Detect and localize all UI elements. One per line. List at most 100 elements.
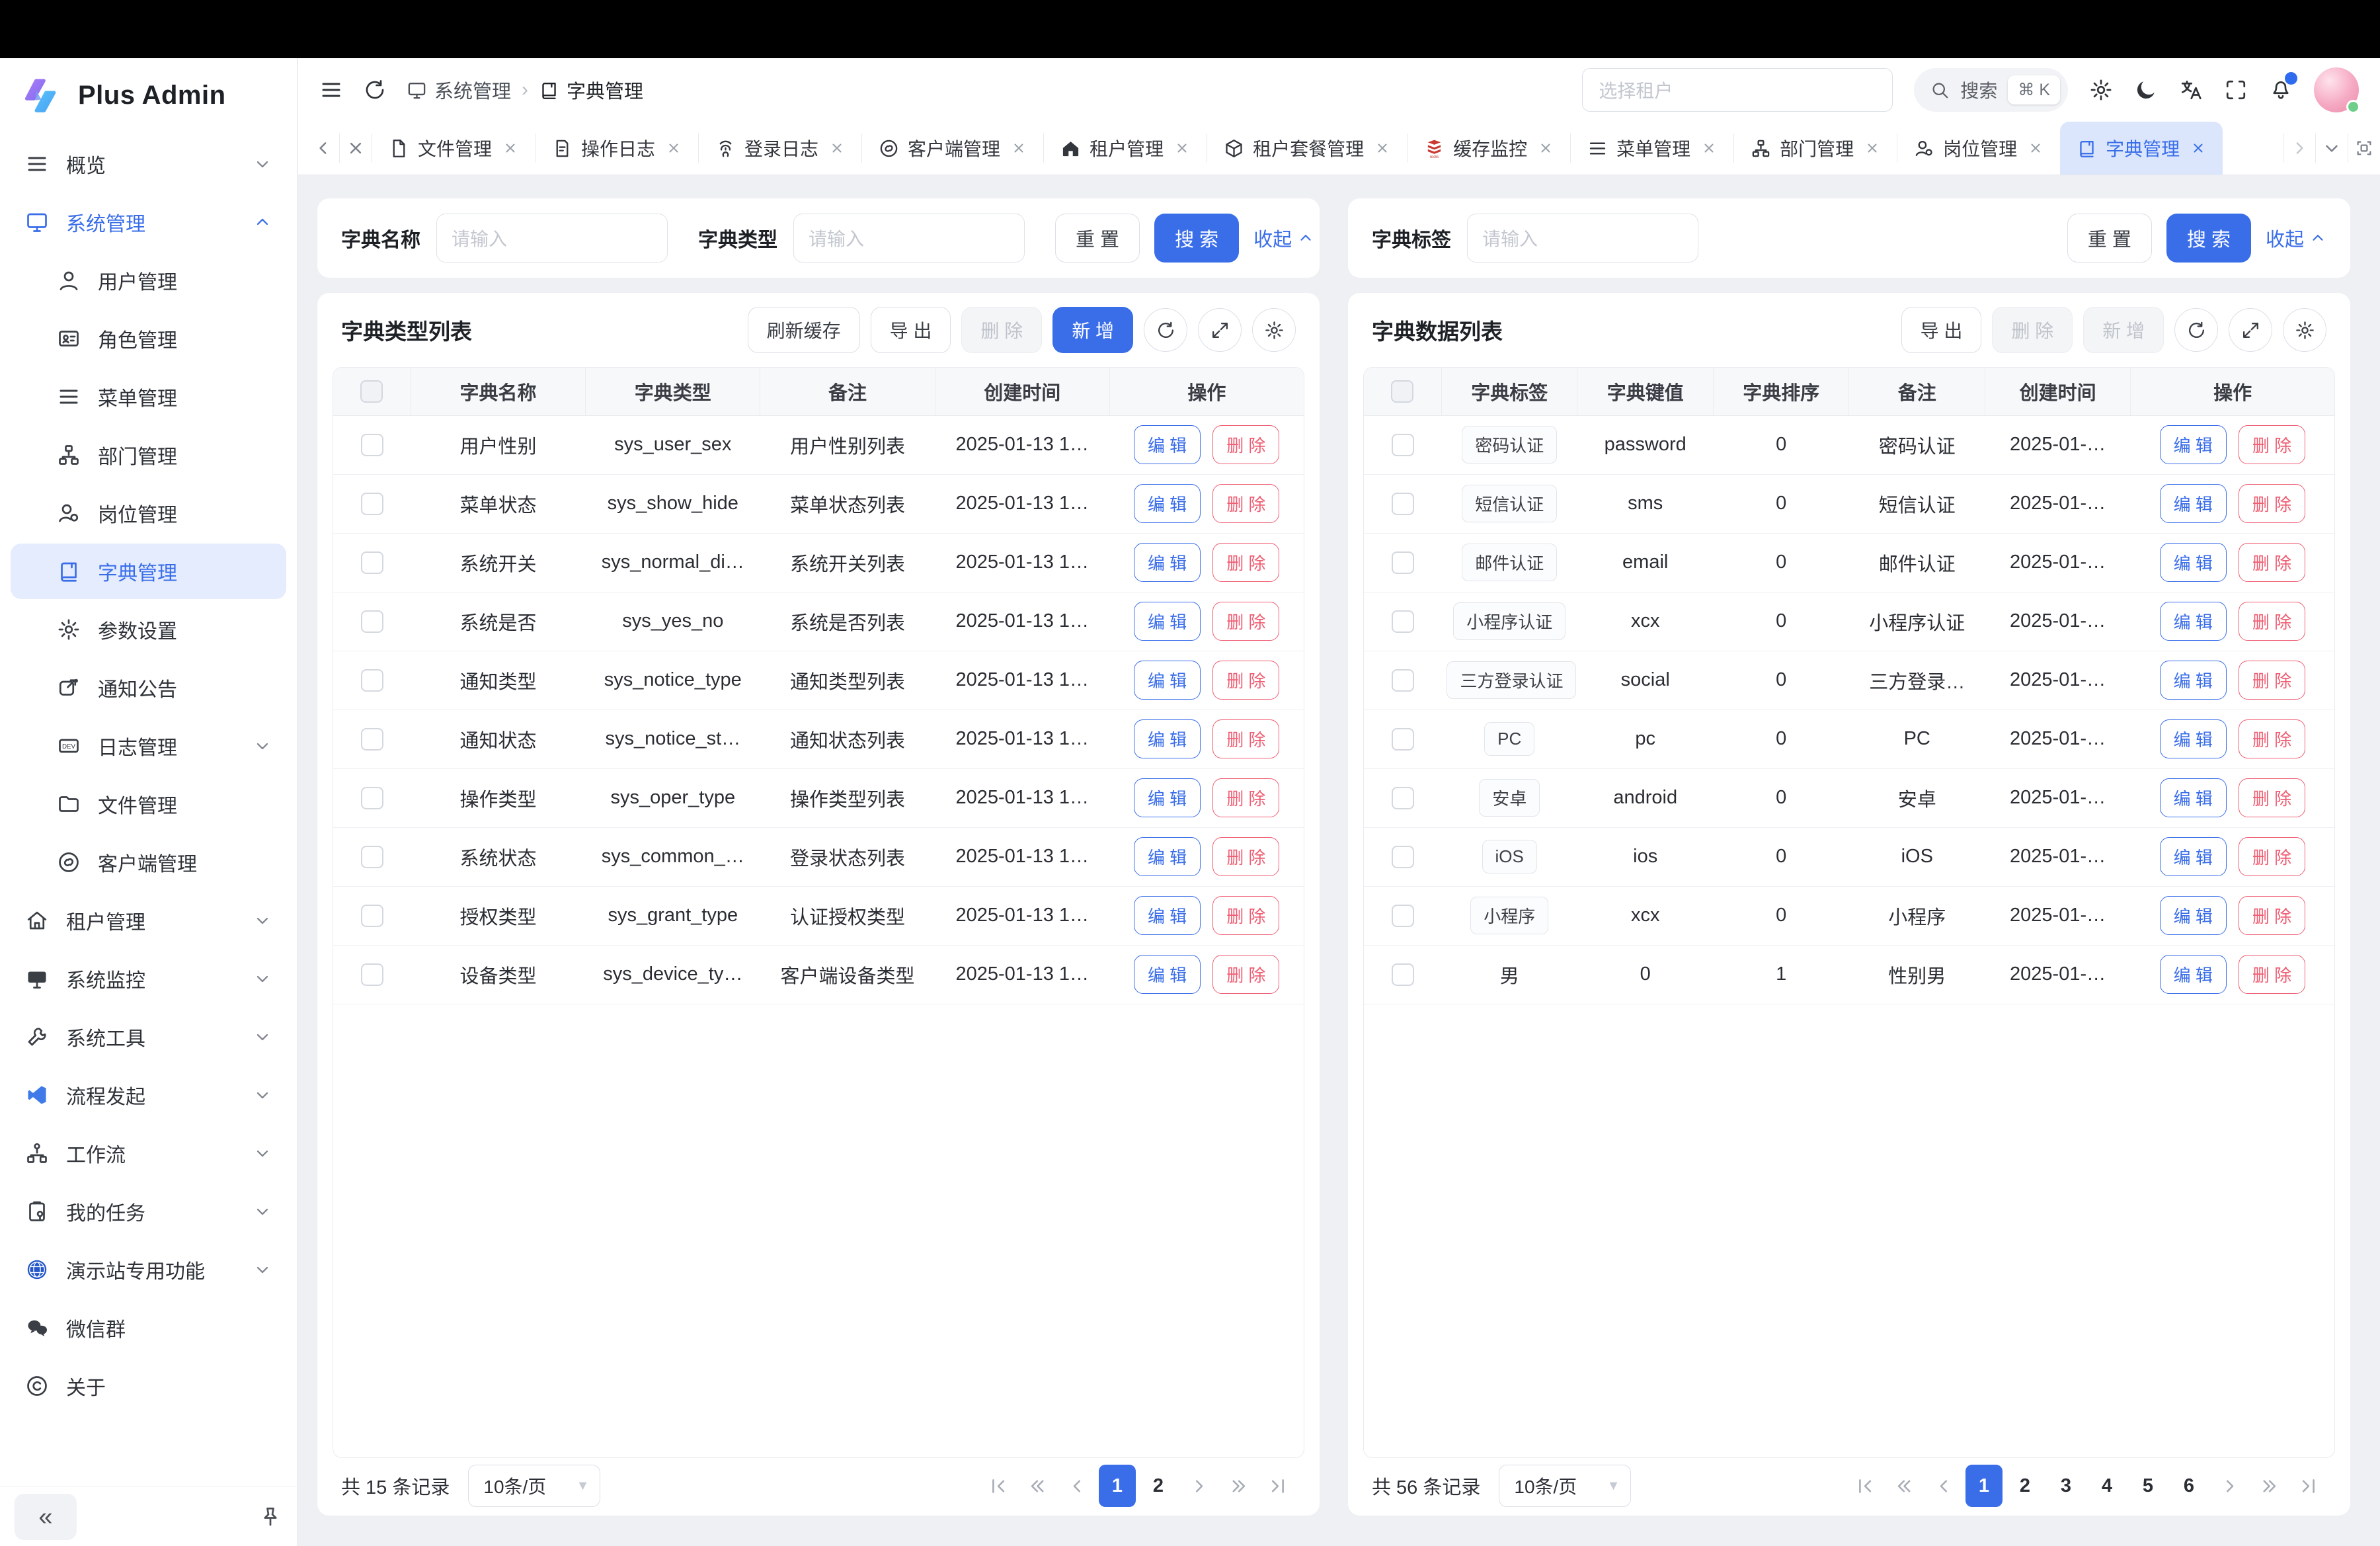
delete-button[interactable]: 删 除: [2239, 896, 2305, 935]
row-checkbox[interactable]: [1392, 846, 1414, 868]
prev-page-button[interactable]: [1059, 1465, 1095, 1507]
sidebar-item-微信群[interactable]: 微信群: [11, 1300, 286, 1356]
edit-button[interactable]: 编 辑: [2160, 719, 2227, 758]
edit-button[interactable]: 编 辑: [2160, 425, 2227, 464]
menu-toggle-icon[interactable]: [319, 78, 343, 102]
delete-button[interactable]: 删 除: [2239, 778, 2305, 817]
sidebar-item-工作流[interactable]: 工作流: [11, 1125, 286, 1181]
last-page-button[interactable]: [2291, 1465, 2326, 1507]
delete-button[interactable]: 删 除: [1212, 719, 1279, 758]
next-page-button[interactable]: [1181, 1465, 1216, 1507]
refresh-table-button[interactable]: [2174, 308, 2218, 352]
reset-button[interactable]: 重 置: [1055, 214, 1140, 263]
edit-button[interactable]: 编 辑: [1134, 484, 1201, 523]
sidebar-item-我的任务[interactable]: 我的任务: [11, 1184, 286, 1239]
page-2-button[interactable]: 2: [1140, 1465, 1177, 1507]
导出-button[interactable]: 导 出: [871, 307, 951, 353]
delete-button[interactable]: 删 除: [1212, 661, 1279, 700]
delete-button[interactable]: 删 除: [2239, 837, 2305, 876]
tab-租户套餐管理[interactable]: 租户套餐管理: [1207, 122, 1407, 175]
edit-button[interactable]: 编 辑: [1134, 896, 1201, 935]
delete-button[interactable]: 删 除: [2239, 719, 2305, 758]
row-checkbox[interactable]: [361, 434, 383, 456]
breadcrumb-item[interactable]: 系统管理: [407, 76, 511, 104]
page-4-button[interactable]: 4: [2088, 1465, 2125, 1507]
tabs-scroll-left-button[interactable]: [307, 122, 339, 175]
prev-page-button[interactable]: [1926, 1465, 1962, 1507]
row-checkbox[interactable]: [1392, 434, 1414, 456]
sidebar-item-角色管理[interactable]: 角色管理: [11, 311, 286, 366]
row-checkbox[interactable]: [1392, 493, 1414, 515]
tabs-menu-button[interactable]: [2316, 122, 2348, 175]
delete-button[interactable]: 删 除: [2239, 543, 2305, 582]
search-button[interactable]: 搜 索: [1154, 214, 1239, 263]
edit-button[interactable]: 编 辑: [1134, 543, 1201, 582]
删除-button[interactable]: 删 除: [961, 307, 1042, 353]
dark-mode-icon[interactable]: [2134, 78, 2158, 102]
新增-button[interactable]: 新 增: [2083, 307, 2164, 353]
导出-button[interactable]: 导 出: [1901, 307, 1982, 353]
tab-登录日志[interactable]: 登录日志: [699, 122, 861, 175]
delete-button[interactable]: 删 除: [2239, 602, 2305, 641]
tab-字典管理[interactable]: 字典管理: [2060, 122, 2223, 175]
page-2-button[interactable]: 2: [2006, 1465, 2043, 1507]
prev-pages-button[interactable]: [1019, 1465, 1055, 1507]
page-size-select[interactable]: 10条/页▼: [468, 1465, 600, 1507]
tab-overflow-close-icon[interactable]: [340, 122, 372, 175]
prev-pages-button[interactable]: [1886, 1465, 1922, 1507]
app-logo[interactable]: Plus Admin: [0, 58, 297, 132]
sidebar-item-部门管理[interactable]: 部门管理: [11, 427, 286, 483]
close-tab-icon[interactable]: [1701, 140, 1717, 156]
close-tab-icon[interactable]: [2190, 140, 2206, 156]
fullscreen-icon[interactable]: [2224, 78, 2248, 102]
tab-岗位管理[interactable]: 岗位管理: [1897, 122, 2060, 175]
row-checkbox[interactable]: [361, 963, 383, 986]
page-3-button[interactable]: 3: [2047, 1465, 2084, 1507]
row-checkbox[interactable]: [1392, 551, 1414, 574]
table-settings-button[interactable]: [1252, 308, 1296, 352]
global-search-button[interactable]: 搜索 ⌘ K: [1914, 68, 2068, 112]
row-checkbox[interactable]: [1392, 963, 1414, 986]
edit-button[interactable]: 编 辑: [2160, 661, 2227, 700]
sidebar-item-岗位管理[interactable]: 岗位管理: [11, 485, 286, 541]
row-checkbox[interactable]: [1392, 728, 1414, 751]
sidebar-item-系统监控[interactable]: 系统监控: [11, 951, 286, 1006]
sidebar-item-系统管理[interactable]: 系统管理: [11, 194, 286, 250]
close-tab-icon[interactable]: [1374, 140, 1390, 156]
sidebar-item-参数设置[interactable]: 参数设置: [11, 602, 286, 657]
tab-缓存监控[interactable]: redis缓存监控: [1408, 122, 1570, 175]
tab-操作日志[interactable]: 操作日志: [536, 122, 698, 175]
row-checkbox[interactable]: [361, 728, 383, 751]
close-tab-icon[interactable]: [1011, 140, 1027, 156]
字典标签-input[interactable]: 请输入: [1467, 214, 1698, 263]
first-page-button[interactable]: [980, 1465, 1015, 1507]
expand-table-button[interactable]: [1198, 308, 1242, 352]
edit-button[interactable]: 编 辑: [1134, 719, 1201, 758]
row-checkbox[interactable]: [361, 846, 383, 868]
row-checkbox[interactable]: [361, 905, 383, 927]
tab-租户管理[interactable]: 租户管理: [1044, 122, 1207, 175]
sidebar-item-文件管理[interactable]: 文件管理: [11, 776, 286, 832]
row-checkbox[interactable]: [361, 610, 383, 633]
sidebar-item-关于[interactable]: 关于: [11, 1358, 286, 1414]
delete-button[interactable]: 删 除: [1212, 425, 1279, 464]
刷新缓存-button[interactable]: 刷新缓存: [748, 307, 860, 353]
新增-button[interactable]: 新 增: [1052, 307, 1133, 353]
删除-button[interactable]: 删 除: [1992, 307, 2073, 353]
sidebar-item-客户端管理[interactable]: 客户端管理: [11, 834, 286, 890]
close-tab-icon[interactable]: [666, 140, 682, 156]
edit-button[interactable]: 编 辑: [1134, 955, 1201, 994]
page-5-button[interactable]: 5: [2129, 1465, 2166, 1507]
row-checkbox[interactable]: [1392, 905, 1414, 927]
delete-button[interactable]: 删 除: [2239, 955, 2305, 994]
sidebar-item-用户管理[interactable]: 用户管理: [11, 253, 286, 308]
delete-button[interactable]: 删 除: [1212, 955, 1279, 994]
collapse-search-link[interactable]: 收起: [2266, 224, 2326, 252]
pin-sidebar-icon[interactable]: [258, 1505, 282, 1529]
edit-button[interactable]: 编 辑: [1134, 837, 1201, 876]
expand-table-button[interactable]: [2229, 308, 2272, 352]
edit-button[interactable]: 编 辑: [2160, 837, 2227, 876]
delete-button[interactable]: 删 除: [2239, 484, 2305, 523]
tab-文件管理[interactable]: 文件管理: [372, 122, 535, 175]
字典类型-input[interactable]: 请输入: [793, 214, 1025, 263]
